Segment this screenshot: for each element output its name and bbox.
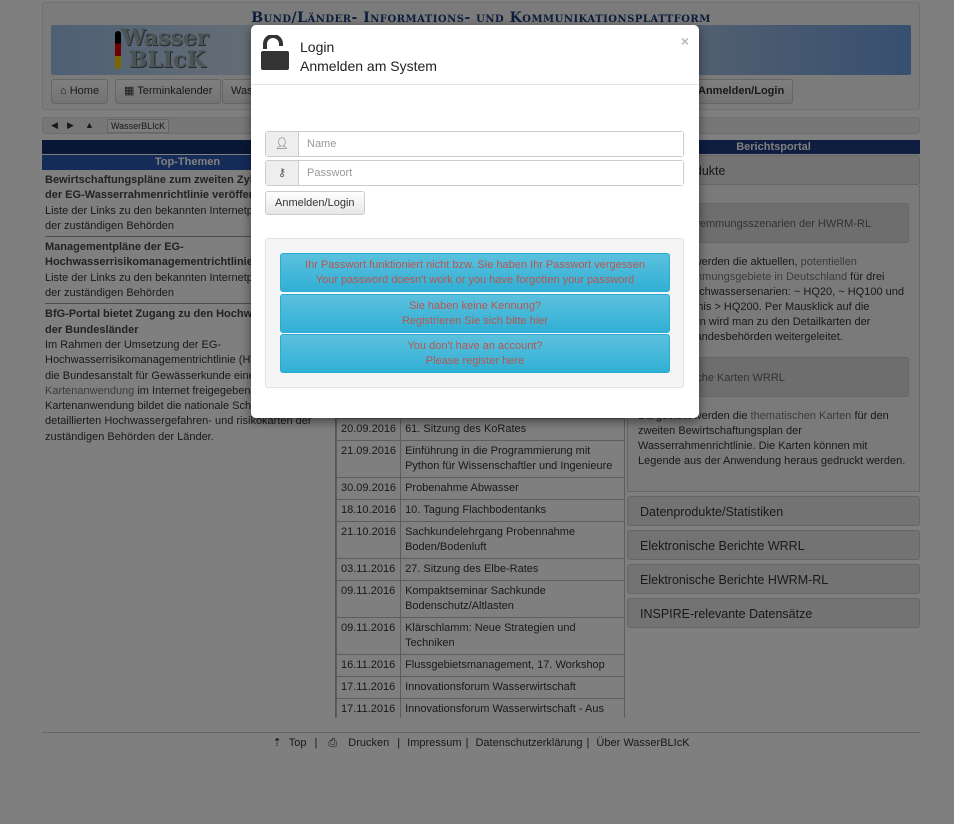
login-modal: LoginAnmelden am System × 👤︎ ⚷ Anmelden/… <box>251 25 699 418</box>
login-button[interactable]: Anmelden/Login <box>265 191 365 215</box>
register-en-button[interactable]: You don't have an account? Please registe… <box>280 334 670 373</box>
user-icon: 👤︎ <box>266 132 299 156</box>
help-panel: Ihr Passwort funktioniert nicht bzw. Sie… <box>265 238 684 388</box>
password-input-group: ⚷ <box>265 160 684 186</box>
close-icon[interactable]: × <box>681 33 689 49</box>
modal-title: Login Anmelden am System <box>300 39 437 74</box>
unlock-icon <box>261 35 289 70</box>
password-input[interactable] <box>299 161 683 185</box>
name-input-group: 👤︎ <box>265 131 684 157</box>
modal-header: Login Anmelden am System × <box>251 25 699 85</box>
key-icon: ⚷ <box>266 161 299 185</box>
name-input[interactable] <box>299 132 683 156</box>
register-de-button[interactable]: Sie haben keine Kennung? Registrieren Sie… <box>280 294 670 333</box>
forgot-password-button[interactable]: Ihr Passwort funktioniert nicht bzw. Sie… <box>280 253 670 292</box>
